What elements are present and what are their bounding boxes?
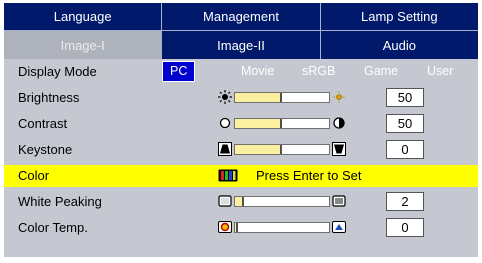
contrast-low-icon (219, 117, 231, 129)
warm-temp-icon (218, 221, 232, 233)
screen-dim-icon (218, 195, 232, 207)
contrast-label: Contrast (18, 116, 68, 131)
tab-audio[interactable]: Audio (320, 31, 478, 59)
brightness-slider-fill (235, 93, 282, 102)
mode-option-movie[interactable]: Movie (241, 64, 274, 78)
color-hint: Press Enter to Set (256, 168, 362, 183)
tab-image-ii[interactable]: Image-II (162, 31, 321, 59)
keystone-top-icon (218, 142, 232, 156)
mode-option-pc[interactable]: PC (162, 61, 196, 82)
keystone-label: Keystone (18, 142, 73, 157)
color-temp-slider-fill (235, 223, 238, 232)
keystone-bottom-icon (332, 142, 346, 156)
keystone-slider[interactable] (234, 144, 330, 155)
mode-option-srgb[interactable]: sRGB (302, 64, 335, 78)
white-peaking-label: White Peaking (18, 194, 102, 209)
sun-icon (218, 90, 232, 104)
contrast-value[interactable]: 50 (386, 114, 424, 133)
brightness-value[interactable]: 50 (386, 88, 424, 107)
color-row[interactable]: Color Press Enter to Set (4, 165, 478, 187)
color-temp-label: Color Temp. (18, 220, 88, 235)
color-label: Color (18, 168, 50, 183)
display-mode-row: Display Mode PC Movie sRGB Game User (4, 61, 478, 83)
cool-temp-icon (332, 221, 346, 233)
screen-bright-icon (332, 195, 346, 207)
white-peaking-row: White Peaking 2 (4, 191, 478, 213)
white-peaking-slider[interactable] (234, 196, 330, 207)
mode-option-user[interactable]: User (427, 64, 453, 78)
white-peaking-slider-fill (235, 197, 245, 206)
tab-management[interactable]: Management (162, 3, 321, 31)
mode-option-game[interactable]: Game (364, 64, 398, 78)
keystone-slider-fill (235, 145, 282, 154)
tab-lamp-setting[interactable]: Lamp Setting (320, 3, 478, 31)
menu-tabs: Language Management Lamp Setting Image-I… (4, 3, 478, 59)
brightness-label: Brightness (18, 90, 80, 105)
tab-row-top: Language Management Lamp Setting (4, 3, 478, 31)
sun-bright-icon (333, 91, 345, 103)
color-temp-row: Color Temp. 0 (4, 217, 478, 239)
brightness-slider[interactable] (234, 92, 330, 103)
brightness-row: Brightness 50 (4, 87, 478, 109)
tab-language[interactable]: Language (4, 3, 163, 31)
white-peaking-value[interactable]: 2 (386, 192, 424, 211)
color-bars-icon (218, 169, 238, 182)
contrast-row: Contrast 50 (4, 113, 478, 135)
settings-panel: Display Mode PC Movie sRGB Game User Bri… (4, 59, 478, 257)
selection-highlight (4, 165, 478, 187)
keystone-row: Keystone 0 (4, 139, 478, 161)
display-mode-label: Display Mode (18, 64, 97, 79)
tab-row-bottom: Image-I Image-II Audio (4, 31, 478, 59)
color-temp-slider[interactable] (234, 222, 330, 233)
contrast-slider[interactable] (234, 118, 330, 129)
keystone-value[interactable]: 0 (386, 140, 424, 159)
contrast-slider-fill (235, 119, 282, 128)
tab-image-i[interactable]: Image-I (4, 31, 163, 59)
contrast-high-icon (333, 117, 345, 129)
color-temp-value[interactable]: 0 (386, 218, 424, 237)
